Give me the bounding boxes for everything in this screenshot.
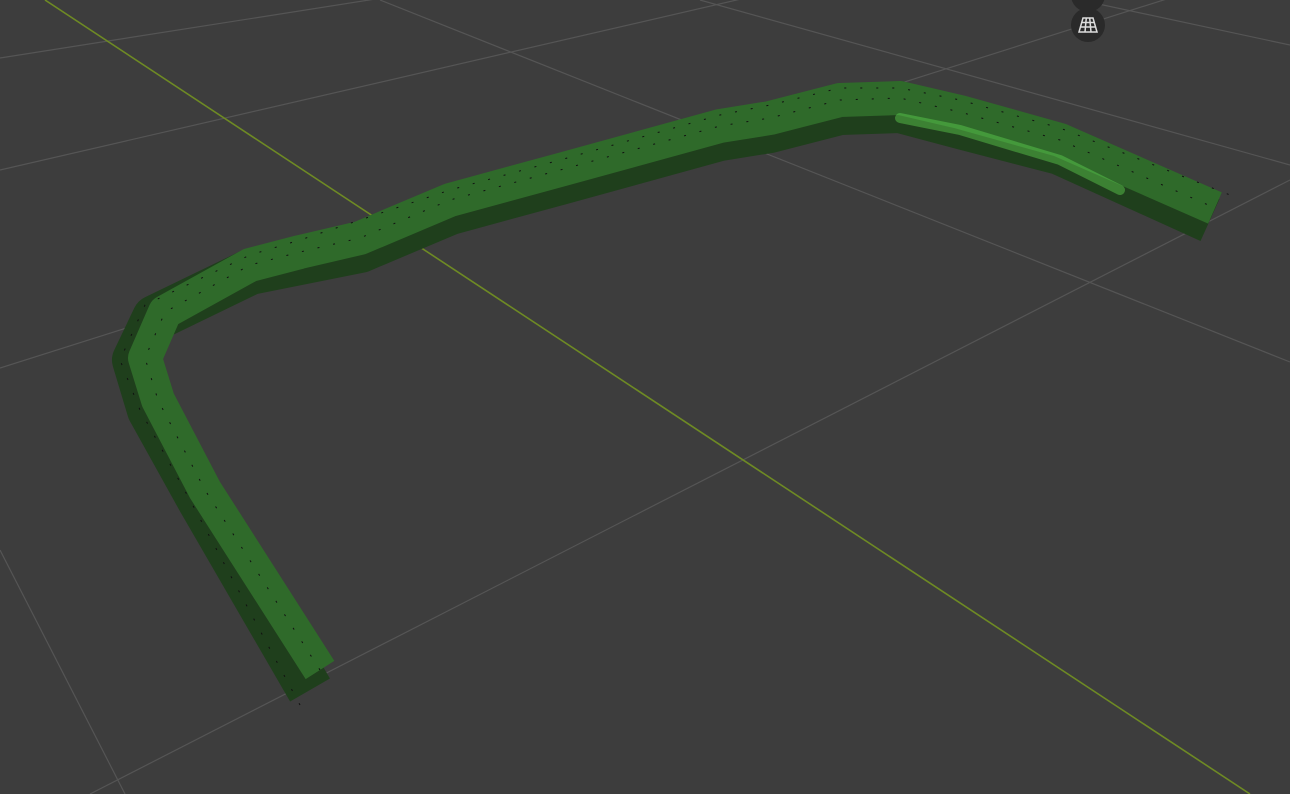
floor-grid	[0, 0, 1290, 794]
perspective-toggle-grid-icon	[1078, 17, 1098, 33]
mesh-top-face	[128, 81, 1222, 680]
x-axis-line	[44, 0, 1251, 794]
mesh-wire-edge	[144, 97, 1216, 671]
3d-viewport[interactable]	[0, 0, 1290, 794]
mesh-object[interactable]	[112, 81, 1231, 706]
perspective-toggle-button[interactable]	[1071, 8, 1105, 42]
